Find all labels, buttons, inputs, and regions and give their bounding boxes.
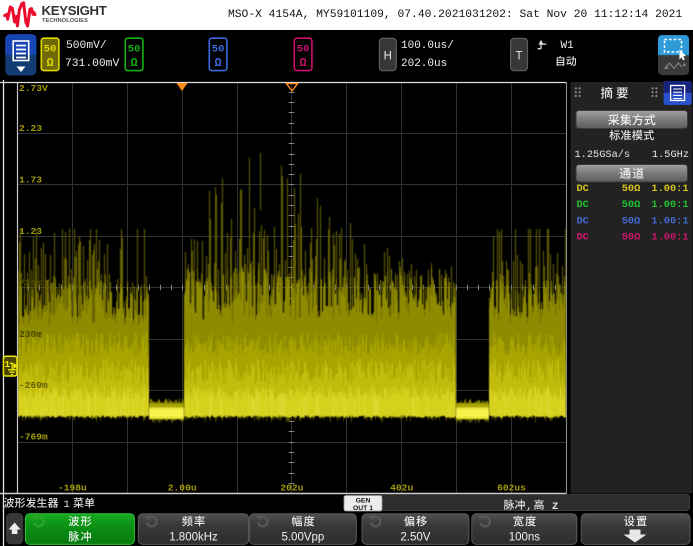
svg-text:202u: 202u	[280, 483, 303, 494]
svg-text:50Ω: 50Ω	[622, 232, 641, 244]
svg-text:50: 50	[44, 44, 57, 56]
svg-text:1.5GHz: 1.5GHz	[652, 149, 689, 161]
svg-text:Ω: Ω	[47, 57, 54, 70]
svg-text:-769m: -769m	[19, 432, 48, 443]
svg-text:1.23: 1.23	[19, 226, 42, 237]
svg-text:5.00Vpp: 5.00Vpp	[281, 532, 324, 544]
svg-text:Ω: Ω	[215, 57, 222, 70]
svg-text:50: 50	[128, 44, 141, 56]
svg-text:402u: 402u	[390, 483, 413, 494]
svg-text:50: 50	[212, 44, 225, 56]
svg-text:TECHNOLOGIES: TECHNOLOGIES	[42, 18, 88, 24]
svg-text:-198u: -198u	[58, 483, 87, 494]
svg-text:,: ,	[526, 501, 533, 513]
svg-text:OUT 1: OUT 1	[353, 505, 373, 512]
svg-text:2.00u: 2.00u	[168, 483, 197, 494]
svg-text:1.73: 1.73	[19, 174, 42, 185]
svg-text:DC: DC	[577, 215, 589, 227]
svg-text:1.00:1: 1.00:1	[651, 215, 688, 227]
svg-text:500mV/: 500mV/	[66, 40, 107, 52]
svg-text:DC: DC	[577, 183, 589, 195]
svg-text:DC: DC	[577, 199, 589, 211]
svg-text:100.0us/: 100.0us/	[401, 40, 454, 52]
svg-text:1: 1	[4, 359, 10, 370]
svg-text:50Ω: 50Ω	[622, 183, 641, 195]
svg-text:730m: 730m	[19, 277, 42, 288]
svg-text:1: 1	[64, 499, 70, 511]
svg-text:T: T	[515, 51, 522, 63]
svg-text:-269m: -269m	[19, 380, 48, 391]
svg-text:50Ω: 50Ω	[622, 215, 641, 227]
svg-text:1.00:1: 1.00:1	[651, 232, 688, 244]
svg-text:602us: 602us	[497, 483, 526, 494]
svg-text:2.23: 2.23	[19, 123, 42, 134]
svg-text:1.00:1: 1.00:1	[651, 199, 688, 211]
svg-text:731.00mV: 731.00mV	[65, 58, 119, 70]
svg-text:Ω: Ω	[300, 57, 307, 70]
svg-text:50: 50	[297, 44, 310, 56]
svg-text:2.50V: 2.50V	[400, 532, 430, 544]
svg-text:GEN: GEN	[356, 497, 371, 504]
svg-text:H: H	[384, 51, 392, 63]
svg-text:KEYSIGHT: KEYSIGHT	[42, 3, 107, 18]
svg-text:W1: W1	[561, 40, 575, 52]
svg-text:230m: 230m	[19, 329, 42, 340]
svg-text:Ω: Ω	[131, 57, 138, 70]
svg-text:202.0us: 202.0us	[401, 58, 447, 70]
svg-text:1.25GSa/s: 1.25GSa/s	[575, 149, 631, 161]
svg-text:100ns: 100ns	[509, 532, 541, 544]
svg-text:1.800kHz: 1.800kHz	[169, 532, 218, 544]
svg-text:DC: DC	[577, 232, 589, 244]
svg-text:MSO-X 4154A, MY59101109, 07.40: MSO-X 4154A, MY59101109, 07.40.202103120…	[228, 9, 682, 21]
svg-text:Z: Z	[552, 501, 558, 513]
svg-text:1.00:1: 1.00:1	[651, 183, 688, 195]
svg-text:2.73V: 2.73V	[19, 83, 48, 94]
svg-text:50Ω: 50Ω	[622, 199, 641, 211]
